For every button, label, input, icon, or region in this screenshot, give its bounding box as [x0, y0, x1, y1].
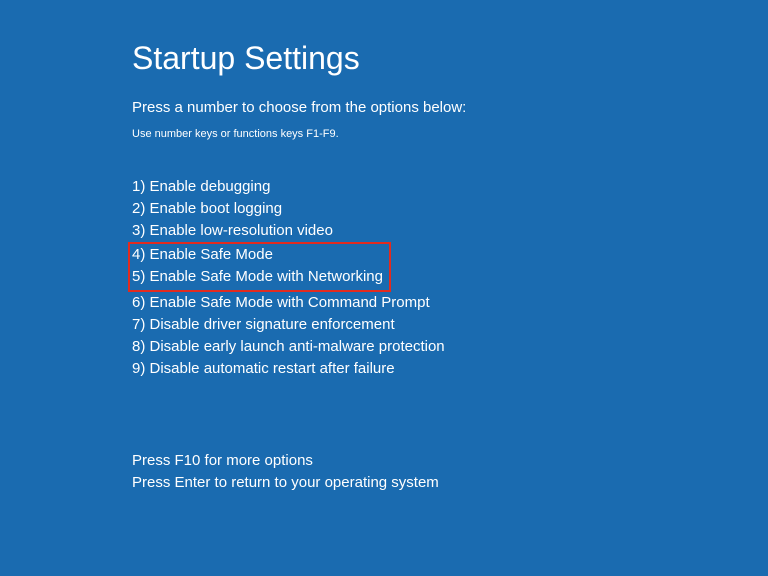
footer-enter: Press Enter to return to your operating … — [132, 472, 768, 494]
startup-settings-screen: Startup Settings Press a number to choos… — [0, 0, 768, 494]
option-item-8[interactable]: 8) Disable early launch anti-malware pro… — [132, 336, 768, 358]
option-item-7[interactable]: 7) Disable driver signature enforcement — [132, 314, 768, 336]
option-item-9[interactable]: 9) Disable automatic restart after failu… — [132, 358, 768, 380]
option-item-5[interactable]: 5) Enable Safe Mode with Networking — [132, 266, 383, 288]
option-item-1[interactable]: 1) Enable debugging — [132, 176, 768, 198]
option-item-4[interactable]: 4) Enable Safe Mode — [132, 244, 383, 266]
footer-f10: Press F10 for more options — [132, 450, 768, 472]
page-title: Startup Settings — [132, 40, 768, 77]
instruction-subtitle: Press a number to choose from the option… — [132, 99, 768, 116]
option-item-2[interactable]: 2) Enable boot logging — [132, 198, 768, 220]
options-list: 1) Enable debugging 2) Enable boot loggi… — [132, 176, 768, 380]
key-hint: Use number keys or functions keys F1-F9. — [132, 128, 768, 140]
highlighted-options: 4) Enable Safe Mode 5) Enable Safe Mode … — [128, 242, 391, 292]
option-item-6[interactable]: 6) Enable Safe Mode with Command Prompt — [132, 292, 768, 314]
footer-instructions: Press F10 for more options Press Enter t… — [132, 450, 768, 494]
option-item-3[interactable]: 3) Enable low-resolution video — [132, 220, 768, 242]
